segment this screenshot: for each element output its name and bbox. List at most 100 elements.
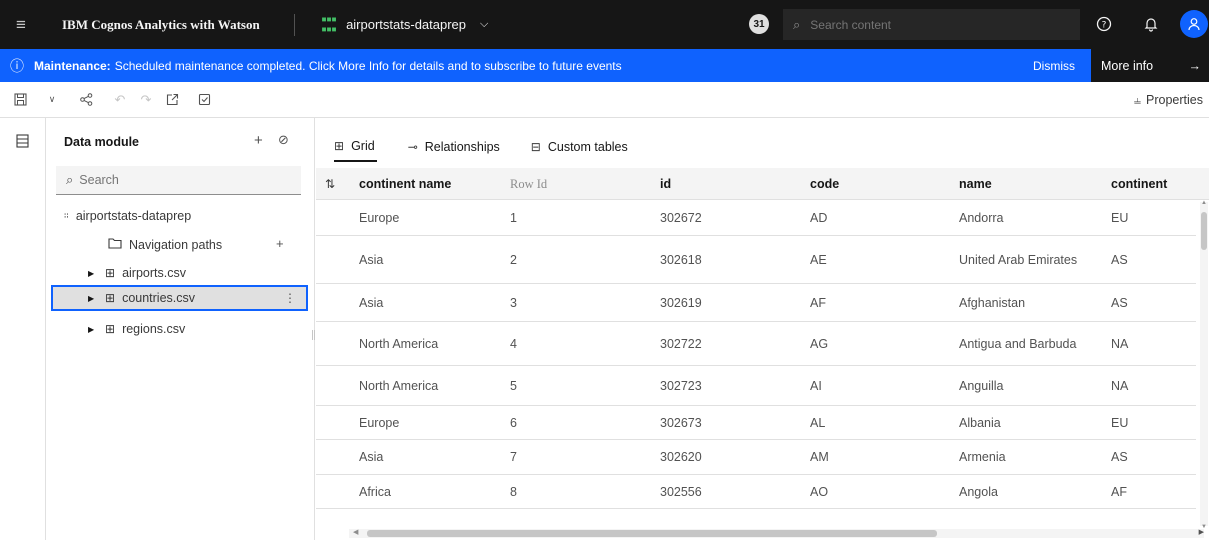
chevron-down-icon[interactable]: ∨ — [40, 88, 64, 112]
tab-label: Relationships — [424, 140, 500, 154]
table-cell: 2 — [510, 252, 517, 267]
tab-label: Custom tables — [547, 140, 628, 154]
more-info-button[interactable]: More info → — [1091, 49, 1209, 82]
view-tabs: ⊞ Grid ⊸ Relationships ⊟ Custom tables — [316, 132, 628, 162]
data-module-icon: ▪▪▪ ▪▪▪ — [321, 13, 337, 35]
scroll-right-icon[interactable]: ▶ — [1199, 528, 1204, 536]
table-row[interactable]: Asia 7 302620 AM Armenia AS — [316, 440, 1196, 475]
info-icon: ⓘ — [10, 57, 24, 74]
column-header[interactable]: continent name — [359, 168, 451, 200]
notification-count-badge[interactable]: 31 — [749, 14, 769, 34]
tree-item-table[interactable]: ▶ ⊞ airports.csv — [88, 260, 186, 286]
tab-relationships[interactable]: ⊸ Relationships — [408, 132, 500, 162]
table-row[interactable]: North America 4 302722 AG Antigua and Barbud… — [316, 322, 1196, 366]
table-row[interactable]: Europe 6 302673 AL Albania EU — [316, 406, 1196, 440]
add-icon[interactable]: + — [254, 132, 263, 149]
table-cell: AO — [810, 484, 829, 499]
table-row[interactable]: Asia 3 302619 AF Afghanistan AS — [316, 284, 1196, 322]
column-header[interactable]: name — [959, 168, 992, 200]
data-module-icon: ∷ — [64, 211, 69, 220]
panel-search[interactable]: ⌕ — [56, 166, 301, 195]
folder-icon — [108, 238, 122, 252]
table-cell: Asia — [359, 252, 384, 267]
sort-icon[interactable]: ⇅ — [325, 168, 335, 200]
content-search[interactable]: ⌕ — [783, 9, 1080, 40]
tree-item-label: countries.csv — [122, 291, 196, 305]
tab-custom-tables[interactable]: ⊟ Custom tables — [531, 132, 628, 162]
hamburger-icon[interactable]: ≡ — [0, 0, 42, 49]
table-cell: AL — [810, 415, 826, 430]
tree-item-label: airports.csv — [122, 266, 186, 280]
tree-item-table[interactable]: ▶ ⊞ regions.csv — [88, 316, 185, 342]
table-cell: EU — [1111, 211, 1129, 225]
search-icon: ⌕ — [793, 16, 801, 32]
table-cell: Anguilla — [959, 378, 1004, 393]
table-cell: Andorra — [959, 211, 1004, 225]
tab-label: Grid — [351, 139, 375, 153]
table-cell: 302722 — [660, 336, 702, 351]
relink-icon[interactable]: ⊘ — [278, 132, 289, 148]
help-icon[interactable]: ? — [1092, 12, 1116, 36]
tree-item-label: Navigation paths — [129, 238, 223, 252]
undo-icon[interactable]: ↶ — [108, 88, 132, 112]
grid-header: ⇅ continent name Row Id id code name con… — [316, 168, 1209, 200]
overflow-menu-icon[interactable]: ⋮ — [284, 291, 296, 305]
table-row[interactable]: Europe 1 302672 AD Andorra EU — [316, 201, 1196, 236]
table-cell: United Arab Emirates — [959, 252, 1078, 267]
banner-label: Maintenance: — [34, 58, 111, 73]
left-rail — [0, 118, 46, 540]
table-cell: 302723 — [660, 378, 702, 393]
table-cell: Europe — [359, 211, 400, 225]
scrollbar-thumb[interactable] — [1201, 212, 1207, 250]
column-header[interactable]: code — [810, 168, 839, 200]
panel-title: Data module — [64, 135, 140, 149]
table-cell: 302556 — [660, 484, 702, 499]
table-cell: Afghanistan — [959, 295, 1026, 310]
vertical-scrollbar[interactable]: ▲ ▼ — [1200, 200, 1208, 530]
table-row[interactable]: Africa 8 302556 AO Angola AF — [316, 475, 1196, 509]
relationships-icon: ⊸ — [407, 140, 418, 154]
table-cell: Armenia — [959, 450, 1006, 464]
settings-adjust-icon: ⫨ — [1133, 92, 1142, 107]
caret-right-icon: ▶ — [88, 293, 95, 303]
bell-icon[interactable] — [1139, 12, 1163, 36]
scrollbar-thumb[interactable] — [367, 530, 937, 537]
save-icon[interactable] — [8, 88, 32, 112]
table-cell: 5 — [510, 378, 517, 393]
panel-search-input[interactable] — [79, 173, 280, 187]
maintenance-banner: ⓘ Maintenance: Scheduled maintenance com… — [0, 49, 1209, 82]
tab-grid[interactable]: ⊞ Grid — [334, 132, 377, 162]
data-module-panel-icon[interactable] — [11, 130, 33, 152]
search-content-input[interactable] — [810, 17, 1051, 32]
scroll-up-icon[interactable]: ▲ — [1200, 200, 1208, 206]
tree-root-label: airportstats-dataprep — [75, 209, 192, 223]
redo-icon[interactable]: ↷ — [134, 88, 158, 112]
add-navigation-path-icon[interactable]: + — [276, 236, 284, 251]
module-switcher[interactable]: ▪▪▪ ▪▪▪ airportstats-dataprep ⌵ — [295, 13, 489, 35]
panel-resize-handle[interactable] — [312, 330, 315, 340]
table-row[interactable]: North America 5 302723 AI Anguilla NA — [316, 366, 1196, 406]
table-cell: 302618 — [660, 252, 702, 267]
user-icon[interactable] — [1180, 10, 1208, 38]
launch-icon[interactable] — [160, 88, 184, 112]
toolbar: ∨ ↶ ↷ ⫨ Properties — [0, 82, 1209, 118]
table-cell: EU — [1111, 415, 1129, 430]
validate-icon[interactable] — [192, 88, 216, 112]
share-icon[interactable] — [74, 88, 98, 112]
table-row[interactable]: Asia 2 302618 AE United Arab Emirates AS — [316, 236, 1196, 284]
properties-label: Properties — [1146, 93, 1203, 107]
column-header[interactable]: id — [660, 168, 671, 200]
chevron-down-icon: ⌵ — [480, 18, 489, 30]
table-cell: 1 — [510, 211, 517, 225]
table-cell: 302620 — [660, 450, 702, 464]
properties-button[interactable]: ⫨ Properties — [1134, 82, 1203, 118]
tree-item-table-selected[interactable]: ▶ ⊞ countries.csv ⋮ — [51, 285, 308, 311]
scroll-left-icon[interactable]: ◀ — [353, 528, 358, 536]
column-header[interactable]: Row Id — [510, 168, 547, 200]
column-header[interactable]: continent — [1111, 168, 1167, 200]
horizontal-scrollbar[interactable]: ◀ ▶ — [349, 529, 1204, 538]
dismiss-button[interactable]: Dismiss — [1033, 49, 1075, 82]
more-info-label: More info — [1101, 58, 1154, 73]
table-cell: 4 — [510, 336, 517, 351]
tree-root[interactable]: ∷ airportstats-dataprep — [64, 203, 191, 229]
